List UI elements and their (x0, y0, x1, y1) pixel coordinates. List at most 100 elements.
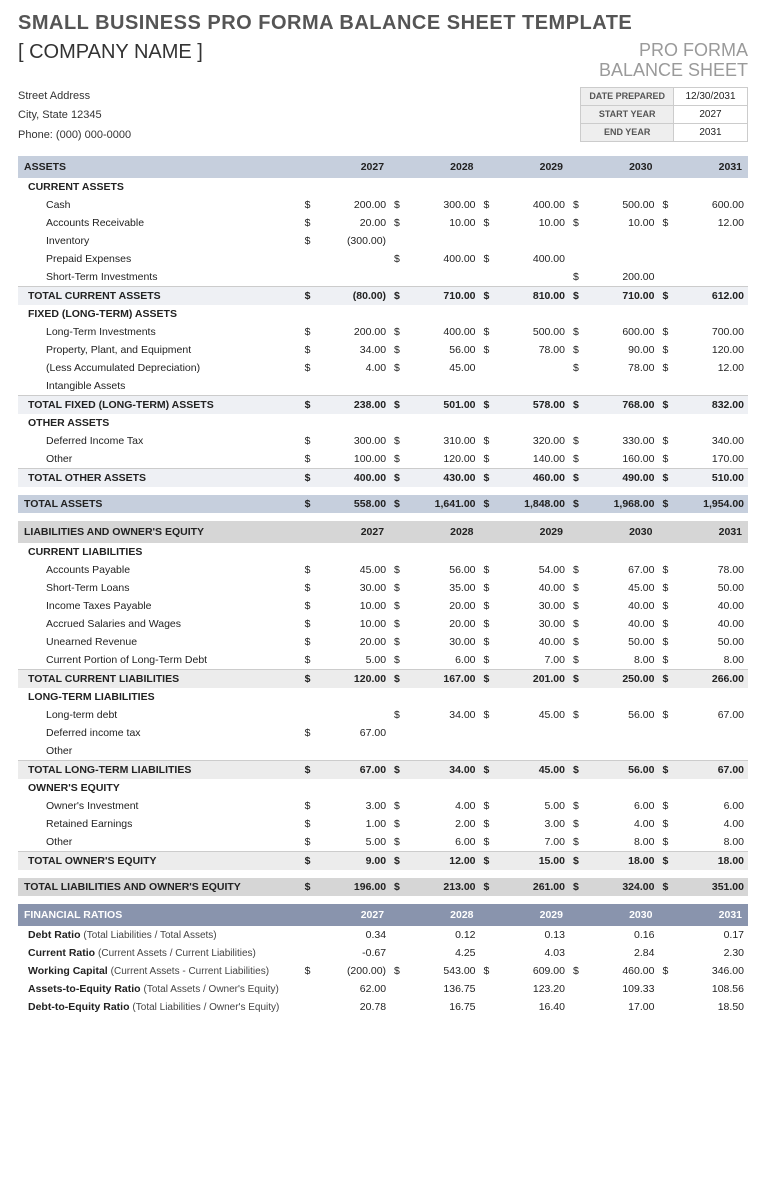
value-cell: 6.00 (585, 797, 658, 815)
currency-symbol: $ (390, 633, 406, 651)
value-cell: 430.00 (407, 468, 480, 487)
value-cell: 18.00 (585, 851, 658, 870)
currency-symbol (569, 377, 585, 396)
currency-symbol: $ (658, 286, 674, 305)
currency-symbol: $ (301, 468, 317, 487)
value-cell: 40.00 (496, 633, 569, 651)
value-cell: 40.00 (675, 597, 748, 615)
currency-symbol: $ (658, 432, 674, 450)
currency-symbol: $ (569, 359, 585, 377)
value-cell: 50.00 (675, 633, 748, 651)
value-cell: 4.03 (496, 944, 569, 962)
value-cell: 0.34 (317, 926, 390, 944)
value-cell: 16.75 (407, 998, 480, 1016)
value-cell: 5.00 (317, 833, 390, 852)
currency-symbol: $ (569, 815, 585, 833)
currency-symbol: $ (480, 706, 496, 724)
value-cell (585, 724, 658, 742)
owners-equity-section: OWNER'S EQUITY (18, 779, 748, 797)
value-cell (317, 688, 390, 706)
currency-symbol (480, 926, 496, 944)
value-cell: 0.17 (675, 926, 748, 944)
currency-symbol (658, 779, 674, 797)
currency-symbol (390, 779, 406, 797)
value-cell: 810.00 (496, 286, 569, 305)
currency-symbol: $ (480, 760, 496, 779)
currency-symbol: $ (480, 851, 496, 870)
row-label: Other (18, 742, 301, 761)
value-cell (407, 305, 480, 323)
liability-item: Other (18, 742, 748, 761)
year-header: 2028 (407, 521, 480, 543)
year-header: 2029 (496, 156, 569, 178)
currency-symbol (390, 688, 406, 706)
total-assets: TOTAL ASSETS$558.00$1,641.00$1,848.00$1,… (18, 495, 748, 513)
currency-symbol (658, 414, 674, 432)
currency-symbol: $ (480, 579, 496, 597)
value-cell: 109.33 (585, 980, 658, 998)
value-cell (317, 779, 390, 797)
currency-symbol (390, 742, 406, 761)
liability-item: Income Taxes Payable$10.00$20.00$30.00$4… (18, 597, 748, 615)
currency-symbol: $ (658, 706, 674, 724)
value-cell: 500.00 (585, 196, 658, 214)
value-cell (496, 543, 569, 561)
currency-symbol: $ (390, 341, 406, 359)
row-label: Long-term debt (18, 706, 301, 724)
currency-symbol: $ (658, 214, 674, 232)
asset-item: Other$100.00$120.00$140.00$160.00$170.00 (18, 450, 748, 469)
currency-symbol (480, 543, 496, 561)
value-cell: 20.78 (317, 998, 390, 1016)
row-label: Owner's Investment (18, 797, 301, 815)
phone: Phone: (000) 000-0000 (18, 126, 131, 146)
currency-symbol (569, 779, 585, 797)
start-year-label: START YEAR (581, 105, 674, 123)
start-year-value: 2027 (674, 105, 748, 123)
currency-symbol (569, 926, 585, 944)
currency-symbol (480, 980, 496, 998)
value-cell: 400.00 (407, 323, 480, 341)
value-cell (317, 305, 390, 323)
currency-symbol (658, 944, 674, 962)
currency-symbol: $ (390, 323, 406, 341)
currency-symbol: $ (480, 633, 496, 651)
value-cell (675, 414, 748, 432)
currency-symbol: $ (390, 359, 406, 377)
currency-symbol: $ (390, 651, 406, 670)
currency-symbol: $ (390, 395, 406, 414)
value-cell (675, 724, 748, 742)
value-cell (407, 688, 480, 706)
value-cell (675, 232, 748, 250)
value-cell (675, 543, 748, 561)
value-cell (317, 268, 390, 287)
currency-symbol (569, 305, 585, 323)
currency-symbol: $ (301, 359, 317, 377)
currency-symbol: $ (390, 669, 406, 688)
currency-symbol: $ (658, 196, 674, 214)
value-cell: 0.12 (407, 926, 480, 944)
currency-symbol (301, 980, 317, 998)
currency-symbol: $ (480, 833, 496, 852)
row-label: Accounts Payable (18, 561, 301, 579)
currency-symbol: $ (390, 615, 406, 633)
value-cell: 45.00 (585, 579, 658, 597)
currency-symbol (390, 232, 406, 250)
currency-symbol: $ (390, 597, 406, 615)
currency-symbol: $ (301, 651, 317, 670)
value-cell: 67.00 (585, 561, 658, 579)
value-cell: 10.00 (317, 597, 390, 615)
value-cell (585, 305, 658, 323)
currency-symbol (301, 268, 317, 287)
end-year-value: 2031 (674, 123, 748, 141)
row-label: Current Ratio (Current Assets / Current … (18, 944, 301, 962)
row-label: CURRENT LIABILITIES (18, 543, 301, 561)
value-cell: 400.00 (496, 196, 569, 214)
total-current-assets: TOTAL CURRENT ASSETS$(80.00)$710.00$810.… (18, 286, 748, 305)
value-cell: 12.00 (407, 851, 480, 870)
currency-symbol: $ (480, 669, 496, 688)
currency-symbol (301, 250, 317, 268)
row-label: Long-Term Investments (18, 323, 301, 341)
year-header: 2028 (407, 904, 480, 926)
value-cell: 213.00 (407, 878, 480, 896)
value-cell: 4.00 (585, 815, 658, 833)
